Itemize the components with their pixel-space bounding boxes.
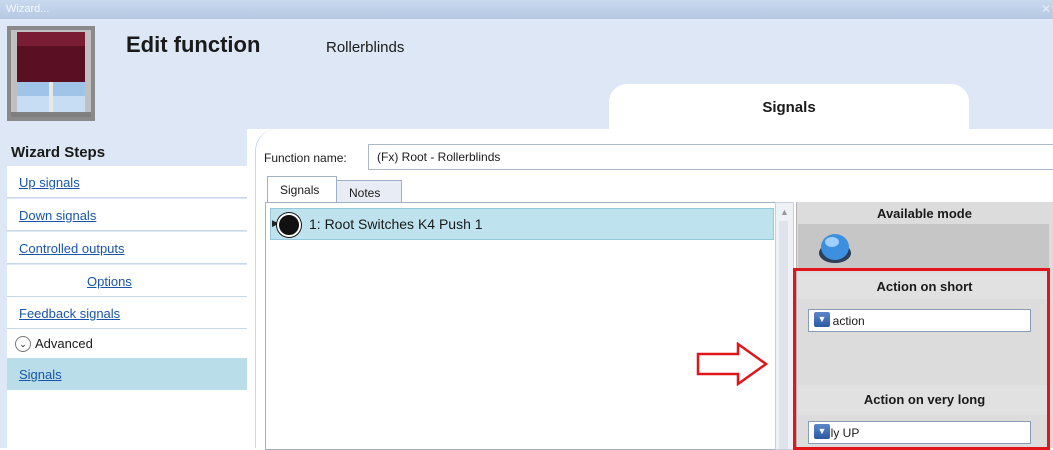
sidebar-title: Wizard Steps [11,144,106,161]
chevron-down-icon[interactable]: ⌄ [15,336,31,352]
sidebar-item-down-signals[interactable]: Down signals [7,199,247,231]
advanced-toggle[interactable]: ⌄ Advanced [7,329,247,358]
function-type: Rollerblinds [326,39,405,56]
sidebar-link-signals[interactable]: Signals [19,367,62,382]
function-name-value: (Fx) Root - Rollerblinds [377,150,501,164]
tab-notes[interactable]: Notes [336,180,402,204]
sidebar-link-up-signals[interactable]: Up signals [19,175,80,190]
window-titlebar: Wizard... ✕ [0,0,1053,19]
list-item[interactable]: ▶ 1: Root Switches K4 Push 1 [270,208,774,240]
highlight-box [793,268,1050,450]
tab-signals-header[interactable]: Signals [609,84,969,129]
close-icon[interactable]: ✕ [1041,2,1051,16]
available-mode-title: Available mode [877,206,972,221]
scrollbar-thumb[interactable] [779,221,788,449]
function-name-input[interactable]: (Fx) Root - Rollerblinds [368,144,1053,170]
page-title: Edit function [126,32,261,57]
tab-signals-header-label: Signals [762,99,816,116]
window-title: Wizard... [6,3,50,15]
rollerblind-icon [7,26,95,121]
tab-notes-label: Notes [349,186,381,200]
push-button-icon [277,213,301,237]
tab-signals-label: Signals [280,183,320,197]
signals-scrollbar[interactable]: ▲ [775,202,794,450]
sidebar-link-down-signals[interactable]: Down signals [19,208,96,223]
sidebar-item-up-signals[interactable]: Up signals [7,166,247,198]
sidebar-item-feedback-signals[interactable]: Feedback signals [7,297,247,329]
signal-label: 1: Root Switches K4 Push 1 [309,216,483,232]
sidebar-empty-area [7,390,247,448]
tab-signals[interactable]: Signals [267,176,337,203]
advanced-label: Advanced [35,336,93,351]
sidebar-link-controlled-outputs[interactable]: Controlled outputs [19,241,125,256]
red-arrow-icon [696,342,768,386]
scroll-up-icon[interactable]: ▲ [780,207,789,217]
sidebar-link-feedback-signals[interactable]: Feedback signals [19,306,120,321]
sidebar-item-signals[interactable]: Signals [7,358,247,390]
sidebar-item-controlled-outputs[interactable]: Controlled outputs [7,232,247,264]
blue-push-button-icon[interactable] [817,231,853,265]
sidebar-item-options[interactable]: Options [7,265,247,297]
sidebar-link-options[interactable]: Options [87,274,132,289]
function-name-label: Function name: [264,151,347,165]
